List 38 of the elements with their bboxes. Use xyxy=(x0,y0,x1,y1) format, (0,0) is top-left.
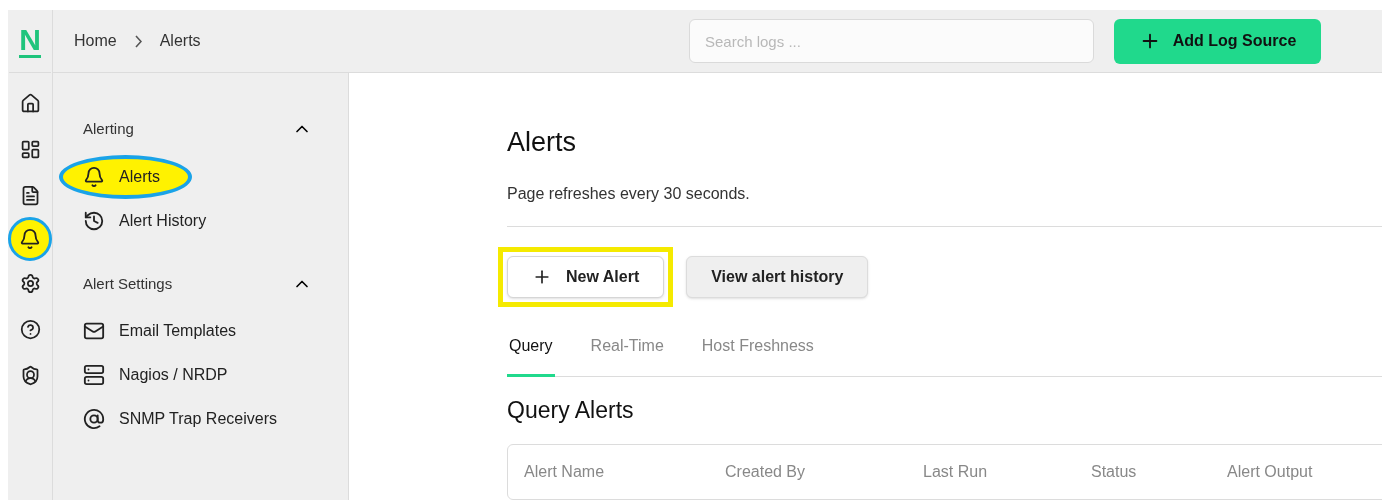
settings-icon xyxy=(19,272,41,294)
view-history-button[interactable]: View alert history xyxy=(686,256,869,298)
add-log-source-button[interactable]: Add Log Source xyxy=(1114,18,1321,64)
server-icon xyxy=(83,364,105,386)
sidebar-item[interactable]: Nagios / NRDP xyxy=(83,363,228,387)
section-heading: Alerting xyxy=(83,119,134,139)
column-header: Last Run xyxy=(923,461,989,482)
sidebar-item[interactable]: SNMP Trap Receivers xyxy=(83,407,277,431)
bell-icon xyxy=(19,228,41,250)
home-icon xyxy=(19,92,41,114)
column-header: Created By xyxy=(725,461,807,482)
bell-icon xyxy=(83,165,105,188)
nav-button[interactable] xyxy=(18,317,42,341)
breadcrumb-link[interactable]: Home xyxy=(74,29,117,53)
section-title: Query Alerts xyxy=(507,396,635,425)
tab[interactable]: Real-Time xyxy=(588,334,666,377)
envelope-icon xyxy=(83,320,105,342)
history-icon xyxy=(83,209,105,232)
column-header: Alert Name xyxy=(524,461,606,482)
column-header: Alert Output xyxy=(1227,461,1314,482)
search-field[interactable]: Search logs ... xyxy=(689,19,1094,63)
section-heading: Alert Settings xyxy=(83,273,173,294)
column-header: Status xyxy=(1091,461,1138,482)
new-alert-button[interactable]: New Alert xyxy=(507,256,665,298)
sidebar-item[interactable]: Email Templates xyxy=(83,319,237,343)
dashboard-icon xyxy=(19,138,41,160)
sidebar-item[interactable]: Alerts xyxy=(59,154,192,199)
nav-button[interactable] xyxy=(8,217,52,261)
tab[interactable]: Host Freshness xyxy=(699,334,816,377)
help-icon xyxy=(19,318,41,340)
at-sign-icon xyxy=(83,408,105,430)
logo: N xyxy=(19,24,41,58)
breadcrumb-link[interactable]: Alerts xyxy=(159,29,201,53)
sidebar-item[interactable]: Alert History xyxy=(83,208,207,233)
page-title: Alerts xyxy=(507,129,578,156)
tab[interactable]: Query xyxy=(507,334,555,377)
chevron-right-icon xyxy=(134,34,142,48)
page-subtitle: Page refreshes every 30 seconds. xyxy=(507,184,751,204)
